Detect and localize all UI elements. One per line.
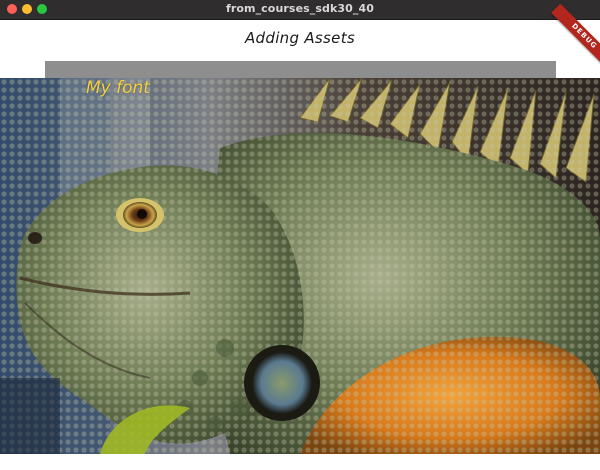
page-title: Adding Assets [245,29,355,47]
app-bar: Adding Assets [0,20,600,61]
font-sample-text: My font [86,78,150,98]
iguana-image [0,78,600,454]
app-window: from_courses_sdk30_40 Adding Assets DEBU… [0,0,600,470]
asset-placeholder-strip [45,61,556,78]
window-title: from_courses_sdk30_40 [225,2,375,15]
title-bar: from_courses_sdk30_40 [0,0,600,20]
